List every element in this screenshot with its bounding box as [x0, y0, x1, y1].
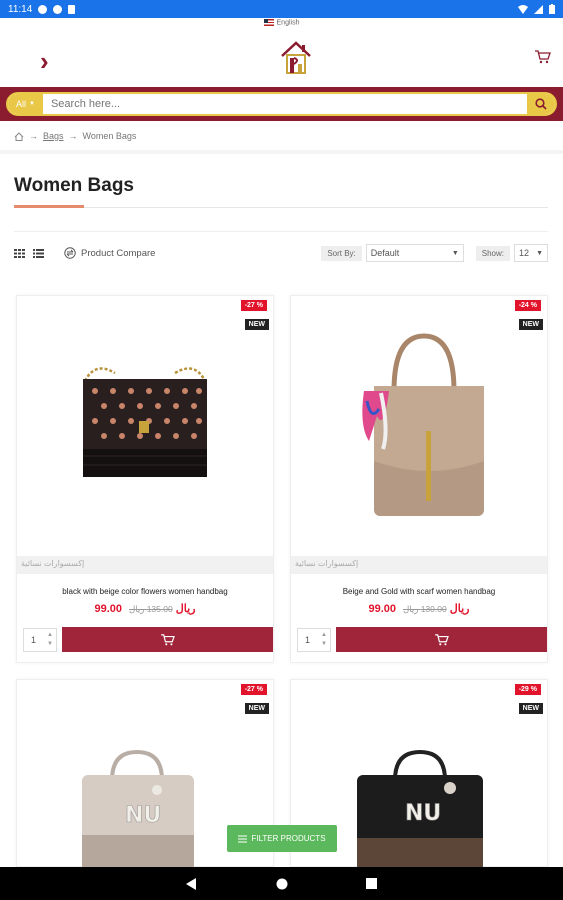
- brand-label: إكسسوارات نسائية: [17, 556, 273, 574]
- home-nav-icon[interactable]: [276, 878, 288, 890]
- notification-icon: [38, 4, 48, 14]
- sort-label: Sort By:: [321, 245, 362, 261]
- divider: [0, 150, 563, 154]
- system-nav-bar: [0, 867, 563, 900]
- handbag-image: [362, 333, 484, 516]
- search-icon: [535, 98, 547, 110]
- cart-icon: [160, 633, 175, 645]
- show-value: 12: [519, 248, 530, 258]
- app-header: ›: [0, 34, 563, 86]
- battery-icon: [549, 4, 555, 14]
- category-label: All: [16, 99, 27, 109]
- home-icon[interactable]: [14, 131, 24, 141]
- status-bar: 11:14: [0, 0, 563, 18]
- sort-value: Default: [370, 248, 400, 258]
- product-name[interactable]: Beige and Gold with scarf women handbag: [291, 587, 547, 596]
- new-badge: NEW: [518, 319, 543, 330]
- sim-icon: [68, 4, 76, 14]
- handbag-image: NU: [82, 750, 194, 870]
- page-title: Women Bags: [14, 175, 135, 196]
- show-select[interactable]: 12 ▼: [514, 244, 548, 262]
- quantity-stepper[interactable]: 1 ▲ ▼: [23, 628, 57, 652]
- search-button[interactable]: [527, 94, 555, 114]
- category-dropdown[interactable]: All ▼: [8, 94, 43, 114]
- chevron-down-icon: ▼: [29, 101, 35, 107]
- handbag-image: NU: [357, 750, 483, 868]
- notification-icon: [53, 4, 63, 14]
- language-label: English: [276, 19, 300, 27]
- product-card[interactable]: -27 % NEW إكسسوارات نسائية black with be…: [16, 295, 274, 663]
- breadcrumb-current: Women Bags: [82, 131, 137, 141]
- product-old-price: 130.00 ريال: [403, 604, 447, 614]
- product-image[interactable]: [291, 296, 547, 556]
- stepper-arrows-icon[interactable]: ▲ ▼: [44, 629, 56, 651]
- product-name[interactable]: black with beige color flowers women han…: [17, 587, 273, 596]
- wifi-icon: [518, 4, 528, 14]
- svg-text:NU: NU: [405, 801, 441, 826]
- sale-badge: -27 %: [240, 300, 267, 311]
- product-card[interactable]: -24 % NEW إكسسوارات نسائية Beige and Gol…: [290, 295, 548, 663]
- product-image[interactable]: [17, 296, 273, 556]
- handbag-image: [83, 367, 207, 477]
- new-badge: NEW: [244, 319, 269, 330]
- sale-badge: -29 %: [514, 684, 541, 695]
- divider: [14, 207, 548, 208]
- breadcrumb-bags[interactable]: Bags: [43, 131, 64, 141]
- breadcrumb-separator: →: [68, 131, 78, 141]
- signal-icon: [534, 4, 543, 14]
- sale-badge: -27 %: [240, 684, 267, 695]
- title-accent-bar: [14, 205, 84, 208]
- sale-badge: -24 %: [514, 300, 541, 311]
- product-old-price: 135.00 ريال: [129, 604, 173, 614]
- stepper-arrows-icon[interactable]: ▲ ▼: [318, 629, 330, 651]
- search-bar: All ▼: [0, 87, 563, 121]
- brand-label: إكسسوارات نسائية: [291, 556, 547, 574]
- sort-select[interactable]: Default ▼: [365, 244, 464, 262]
- quantity-value: 1: [31, 635, 37, 645]
- breadcrumb-separator: →: [29, 131, 38, 141]
- quantity-value: 1: [305, 635, 311, 645]
- chevron-down-icon: ▼: [451, 249, 459, 257]
- new-badge: NEW: [518, 703, 543, 714]
- chevron-down-icon: ▼: [536, 249, 543, 257]
- list-view-icon[interactable]: [33, 248, 44, 258]
- product-compare-link[interactable]: Product Compare: [64, 247, 155, 259]
- breadcrumb: → Bags → Women Bags: [14, 131, 136, 141]
- listing-toolbar: Product Compare Sort By: Default ▼ Show:…: [14, 243, 548, 263]
- cart-icon[interactable]: [535, 50, 551, 64]
- search-input[interactable]: [42, 98, 527, 110]
- back-icon[interactable]: [186, 877, 198, 890]
- grid-view-icon[interactable]: [14, 248, 25, 258]
- add-to-cart-button[interactable]: [62, 627, 273, 652]
- compare-icon: [64, 247, 76, 259]
- chevron-right-icon[interactable]: ›: [40, 46, 49, 77]
- recents-icon[interactable]: [366, 878, 377, 889]
- product-prices: 99.00 ريال 135.00 ريال: [17, 602, 273, 615]
- filter-products-button[interactable]: FILTER PRODUCTS: [227, 825, 337, 852]
- quantity-stepper[interactable]: 1 ▲ ▼: [297, 628, 331, 652]
- compare-label: Product Compare: [81, 247, 156, 259]
- product-prices: 99.00 ريال 130.00 ريال: [291, 602, 547, 615]
- add-to-cart-button[interactable]: [336, 627, 547, 652]
- store-logo[interactable]: [280, 40, 312, 76]
- show-label: Show:: [475, 245, 510, 261]
- status-time: 11:14: [8, 3, 33, 15]
- new-badge: NEW: [244, 703, 269, 714]
- filter-icon: [238, 835, 248, 842]
- language-selector[interactable]: English: [0, 19, 563, 26]
- filter-button-label: FILTER PRODUCTS: [251, 834, 326, 843]
- cart-icon: [434, 633, 449, 645]
- divider: [14, 231, 548, 232]
- svg-text:NU: NU: [125, 803, 161, 828]
- us-flag-icon: [263, 19, 274, 26]
